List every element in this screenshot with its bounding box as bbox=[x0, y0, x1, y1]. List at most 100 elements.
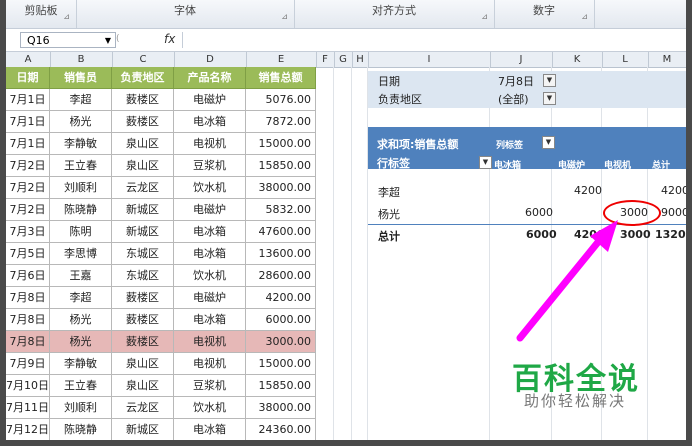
ribbon-group-font[interactable]: 字体 ⊿ bbox=[76, 0, 295, 28]
cell-date[interactable]: 7月5日 bbox=[6, 243, 50, 265]
pivot-filter-value[interactable]: 7月8日 bbox=[498, 73, 534, 89]
chevron-down-icon[interactable]: ▼ bbox=[479, 156, 492, 169]
column-header-c[interactable]: C bbox=[112, 52, 175, 67]
cell-product[interactable]: 电磁炉 bbox=[174, 89, 246, 111]
cell-product[interactable]: 电视机 bbox=[174, 353, 246, 375]
formula-input[interactable] bbox=[182, 32, 683, 48]
column-header-j[interactable]: J bbox=[490, 52, 553, 67]
cell-region[interactable]: 东城区 bbox=[112, 265, 174, 287]
cell-salesperson[interactable]: 杨光 bbox=[50, 111, 112, 133]
cell-region[interactable]: 薮楼区 bbox=[112, 287, 174, 309]
cell-salesperson[interactable]: 杨光 bbox=[50, 331, 112, 353]
name-box[interactable]: Q16 ▼ bbox=[20, 32, 116, 48]
column-header-g[interactable]: G bbox=[334, 52, 353, 67]
cell-product[interactable]: 饮水机 bbox=[174, 397, 246, 419]
cell-product[interactable]: 电磁炉 bbox=[174, 287, 246, 309]
pivot-filter-value[interactable]: (全部) bbox=[498, 91, 529, 107]
cell-salesperson[interactable]: 李超 bbox=[50, 89, 112, 111]
cell-product[interactable]: 豆浆机 bbox=[174, 375, 246, 397]
cell-region[interactable]: 泉山区 bbox=[112, 375, 174, 397]
pivot-row-label[interactable]: 杨光 bbox=[378, 206, 400, 222]
cell-total-sales[interactable]: 4200.00 bbox=[246, 287, 316, 309]
cell-date[interactable]: 7月10日 bbox=[6, 375, 50, 397]
cell-total-sales[interactable]: 6000.00 bbox=[246, 309, 316, 331]
cell-date[interactable]: 7月3日 bbox=[6, 221, 50, 243]
cell-total-sales[interactable]: 3000.00 bbox=[246, 331, 316, 353]
ribbon-group-number[interactable]: 数字 ⊿ bbox=[494, 0, 595, 28]
cell-region[interactable]: 薮楼区 bbox=[112, 309, 174, 331]
dialog-launcher-icon[interactable]: ⊿ bbox=[63, 6, 70, 28]
cell-product[interactable]: 饮水机 bbox=[174, 177, 246, 199]
cell-product[interactable]: 电磁炉 bbox=[174, 199, 246, 221]
pivot-total-value[interactable]: 3000 bbox=[620, 228, 651, 241]
cell-salesperson[interactable]: 杨光 bbox=[50, 309, 112, 331]
cell-region[interactable]: 薮楼区 bbox=[112, 331, 174, 353]
cell-product[interactable]: 电视机 bbox=[174, 331, 246, 353]
cell-date[interactable]: 7月1日 bbox=[6, 89, 50, 111]
cell-total-sales[interactable]: 38000.00 bbox=[246, 177, 316, 199]
cell-date[interactable]: 7月6日 bbox=[6, 265, 50, 287]
column-header-l[interactable]: L bbox=[602, 52, 649, 67]
function-icon[interactable]: fx bbox=[164, 32, 175, 46]
column-header-f[interactable]: F bbox=[316, 52, 335, 67]
cell-product[interactable]: 电冰箱 bbox=[174, 243, 246, 265]
cell-total-sales[interactable]: 15850.00 bbox=[246, 155, 316, 177]
cell-total-sales[interactable]: 38000.00 bbox=[246, 397, 316, 419]
cell-total-sales[interactable]: 15000.00 bbox=[246, 353, 316, 375]
column-header-d[interactable]: D bbox=[174, 52, 247, 67]
ribbon-group-clipboard[interactable]: 剪贴板 ⊿ bbox=[6, 0, 77, 28]
cell-product[interactable]: 电冰箱 bbox=[174, 111, 246, 133]
cell-total-sales[interactable]: 28600.00 bbox=[246, 265, 316, 287]
cell-salesperson[interactable]: 王立春 bbox=[50, 375, 112, 397]
cell-date[interactable]: 7月11日 bbox=[6, 397, 50, 419]
cell-date[interactable]: 7月1日 bbox=[6, 111, 50, 133]
pivot-total-label[interactable]: 总计 bbox=[378, 228, 400, 244]
chevron-down-icon[interactable]: ▼ bbox=[105, 33, 111, 49]
pivot-total-value[interactable]: 13200 bbox=[655, 228, 686, 241]
cell-date[interactable]: 7月12日 bbox=[6, 419, 50, 440]
cell-total-sales[interactable]: 13600.00 bbox=[246, 243, 316, 265]
dialog-launcher-icon[interactable]: ⊿ bbox=[281, 6, 288, 28]
pivot-value[interactable]: 9000 bbox=[661, 206, 686, 219]
cell-region[interactable]: 薮楼区 bbox=[112, 89, 174, 111]
pivot-value[interactable]: 4200 bbox=[661, 184, 686, 197]
cell-region[interactable]: 薮楼区 bbox=[112, 111, 174, 133]
cell-product[interactable]: 饮水机 bbox=[174, 265, 246, 287]
pivot-value[interactable]: 6000 bbox=[525, 206, 553, 219]
cell-salesperson[interactable]: 王立春 bbox=[50, 155, 112, 177]
column-header-e[interactable]: E bbox=[246, 52, 317, 67]
pivot-row-label[interactable]: 李超 bbox=[378, 184, 400, 200]
cell-salesperson[interactable]: 刘顺利 bbox=[50, 397, 112, 419]
chevron-down-icon[interactable]: ▼ bbox=[542, 136, 555, 149]
cell-product[interactable]: 豆浆机 bbox=[174, 155, 246, 177]
pivot-total-value[interactable]: 6000 bbox=[526, 228, 557, 241]
cell-salesperson[interactable]: 陈晓静 bbox=[50, 419, 112, 440]
column-header-a[interactable]: A bbox=[6, 52, 51, 67]
cell-date[interactable]: 7月2日 bbox=[6, 177, 50, 199]
cell-region[interactable]: 新城区 bbox=[112, 419, 174, 440]
column-header-k[interactable]: K bbox=[552, 52, 603, 67]
pivot-total-value[interactable]: 4200 bbox=[574, 228, 605, 241]
chevron-down-icon[interactable]: ▼ bbox=[543, 92, 556, 105]
cell-salesperson[interactable]: 陈明 bbox=[50, 221, 112, 243]
cell-total-sales[interactable]: 24360.00 bbox=[246, 419, 316, 440]
dialog-launcher-icon[interactable]: ⊿ bbox=[481, 6, 488, 28]
cell-product[interactable]: 电冰箱 bbox=[174, 221, 246, 243]
cell-region[interactable]: 泉山区 bbox=[112, 133, 174, 155]
cell-total-sales[interactable]: 7872.00 bbox=[246, 111, 316, 133]
header-total-sales[interactable]: 销售总额 bbox=[246, 67, 316, 89]
cell-date[interactable]: 7月8日 bbox=[6, 309, 50, 331]
cell-date[interactable]: 7月2日 bbox=[6, 155, 50, 177]
cell-region[interactable]: 新城区 bbox=[112, 221, 174, 243]
header-date[interactable]: 日期 bbox=[6, 67, 50, 89]
cell-salesperson[interactable]: 李思博 bbox=[50, 243, 112, 265]
cell-region[interactable]: 新城区 bbox=[112, 199, 174, 221]
cell-date[interactable]: 7月8日 bbox=[6, 331, 50, 353]
cell-region[interactable]: 泉山区 bbox=[112, 155, 174, 177]
column-header-b[interactable]: B bbox=[50, 52, 113, 67]
cell-salesperson[interactable]: 刘顺利 bbox=[50, 177, 112, 199]
ribbon-group-alignment[interactable]: 对齐方式 ⊿ bbox=[294, 0, 495, 28]
header-product[interactable]: 产品名称 bbox=[174, 67, 246, 89]
cell-date[interactable]: 7月2日 bbox=[6, 199, 50, 221]
header-salesperson[interactable]: 销售员 bbox=[50, 67, 112, 89]
